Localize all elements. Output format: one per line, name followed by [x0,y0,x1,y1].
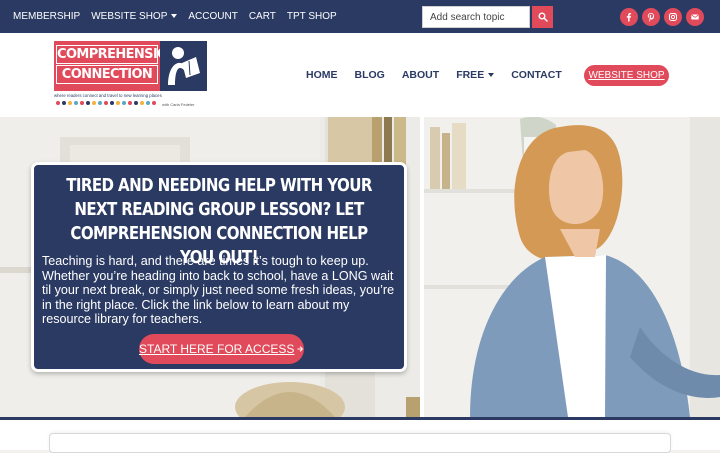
top-bar: MEMBERSHIP WEBSITE SHOP ACCOUNT CART TPT… [0,0,720,33]
hero-card: TIRED AND NEEDING HELP WITH YOUR NEXT RE… [31,162,407,372]
nav-about[interactable]: ABOUT [402,69,439,81]
pinterest-icon[interactable] [642,8,660,26]
reader-silhouette-icon [168,47,200,85]
reading-child-logo-art [160,41,207,91]
logo-wordmark: COMPREHENSION CONNECTION [54,41,179,91]
logo-line-2: CONNECTION [56,65,158,84]
start-here-label: START HERE FOR ACCESS [139,342,295,356]
content-card [49,433,671,453]
nav-blog[interactable]: BLOG [355,69,385,81]
top-nav-account[interactable]: ACCOUNT [188,11,237,22]
nav-free-label: FREE [456,69,485,81]
top-nav-website-shop-label: WEBSITE SHOP [91,11,168,22]
search-button[interactable] [532,6,553,28]
website-shop-button[interactable]: WEBSITE SHOP [584,65,669,86]
hero-body-text: Teaching is hard, and there are times it… [42,254,395,327]
main-nav: HOME BLOG ABOUT FREE CONTACT [306,33,579,117]
site-header: COMPREHENSION CONNECTION where readers c… [0,33,720,117]
logo-signature: with Carla Fedeler [162,102,195,107]
top-nav-website-shop[interactable]: WEBSITE SHOP [91,11,178,22]
envelope-glyph [691,14,699,20]
nav-free[interactable]: FREE [456,69,495,81]
logo-line-1: COMPREHENSION [56,45,179,64]
search-input[interactable] [422,6,530,28]
nav-contact[interactable]: CONTACT [511,69,562,81]
logo-tagline: where readers connect and travel to new … [54,93,162,98]
facebook-glyph [626,13,632,22]
chevron-down-icon [171,14,178,19]
search-icon [538,12,548,22]
logo-dots [56,101,156,105]
top-nav-tpt-shop[interactable]: TPT SHOP [287,11,337,22]
top-nav: MEMBERSHIP WEBSITE SHOP ACCOUNT CART TPT… [13,0,337,33]
email-icon[interactable] [686,8,704,26]
start-here-button[interactable]: START HERE FOR ACCESS [139,334,304,364]
site-logo[interactable]: COMPREHENSION CONNECTION where readers c… [54,41,207,110]
nav-home[interactable]: HOME [306,69,338,81]
top-nav-membership[interactable]: MEMBERSHIP [13,11,80,22]
chevron-down-icon [488,73,495,78]
top-nav-cart[interactable]: CART [249,11,276,22]
pinterest-glyph [647,13,654,22]
facebook-icon[interactable] [620,8,638,26]
arrow-right-icon [297,346,304,352]
instagram-icon[interactable] [664,8,682,26]
instagram-glyph [669,13,677,21]
